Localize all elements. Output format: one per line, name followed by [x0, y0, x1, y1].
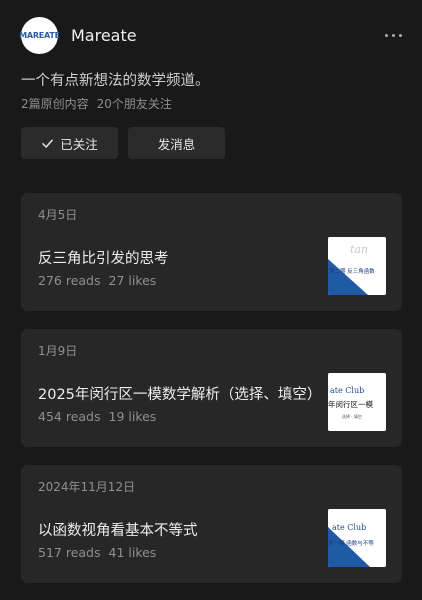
article-likes: 19 likes	[108, 409, 157, 424]
article-card[interactable]: 4月5日 反三角比引发的思考 276 reads 27 likes tan 第二…	[21, 193, 402, 311]
followed-button-label: 已关注	[60, 136, 98, 152]
article-meta: 276 reads 27 likes	[38, 273, 156, 288]
thumb-line1: ate Club	[330, 386, 364, 395]
article-reads: 517 reads	[38, 545, 101, 560]
thumb-line2: 第二期 反三角函数	[329, 267, 375, 275]
article-likes: 41 likes	[108, 545, 157, 560]
article-count: 2篇原创内容	[21, 97, 89, 111]
more-dots-icon[interactable]	[385, 25, 402, 45]
article-meta: 454 reads 19 likes	[38, 409, 156, 424]
account-stats: 2篇原创内容 20个朋友关注	[21, 95, 172, 112]
article-reads: 454 reads	[38, 409, 101, 424]
article-date: 2024年11月12日	[38, 480, 136, 494]
thumb-line2: 第一期 函数与不等	[328, 539, 374, 547]
article-thumbnail[interactable]: tan 第二期 反三角函数	[328, 237, 386, 295]
profile-header: MAREATE Mareate	[19, 16, 402, 54]
article-thumbnail[interactable]: ate Club 年闵行区一模 选择 · 填空	[328, 373, 386, 431]
article-card[interactable]: 2024年11月12日 以函数视角看基本不等式 517 reads 41 lik…	[21, 465, 402, 583]
article-date: 4月5日	[38, 208, 78, 222]
thumb-line3: 选择 · 填空	[342, 413, 362, 419]
article-title[interactable]: 2025年闵行区一模数学解析（选择、填空）	[38, 383, 321, 404]
article-card[interactable]: 1月9日 2025年闵行区一模数学解析（选择、填空） 454 reads 19 …	[21, 329, 402, 447]
avatar-logo-text: MAREATE	[19, 30, 60, 40]
profile-actions: 已关注 发消息	[21, 127, 225, 159]
checkmark-icon	[42, 139, 54, 148]
article-thumbnail[interactable]: ate Club 第一期 函数与不等	[328, 509, 386, 567]
account-avatar[interactable]: MAREATE	[19, 16, 60, 54]
article-date: 1月9日	[38, 344, 78, 358]
send-message-label: 发消息	[157, 136, 196, 152]
article-likes: 27 likes	[108, 273, 157, 288]
article-meta: 517 reads 41 likes	[38, 545, 156, 560]
article-title[interactable]: 以函数视角看基本不等式	[38, 519, 198, 540]
account-description: 一个有点新想法的数学频道。	[21, 73, 210, 89]
thumb-line2: 年闵行区一模	[328, 399, 373, 409]
friend-follow-count: 20个朋友关注	[96, 97, 172, 111]
account-profile-page: MAREATE Mareate 一个有点新想法的数学频道。 2篇原创内容 20个…	[0, 0, 422, 600]
followed-button[interactable]: 已关注	[21, 127, 118, 159]
account-name: Mareate	[71, 25, 137, 45]
thumb-line1: ate Club	[332, 523, 366, 532]
thumb-line1: tan	[350, 243, 368, 256]
send-message-button[interactable]: 发消息	[128, 127, 225, 159]
article-reads: 276 reads	[38, 273, 101, 288]
article-title[interactable]: 反三角比引发的思考	[38, 247, 169, 268]
